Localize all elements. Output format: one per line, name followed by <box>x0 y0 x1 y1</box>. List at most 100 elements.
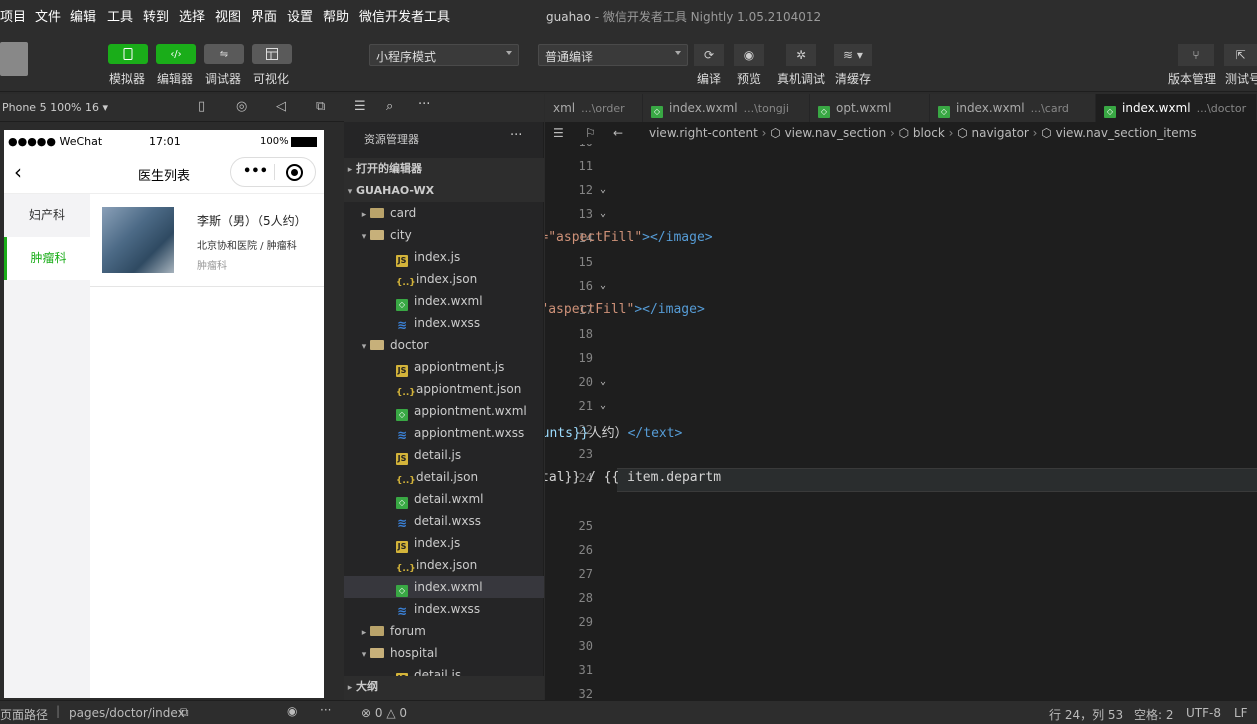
search-icon[interactable]: ⌕ <box>386 99 393 114</box>
avatar[interactable] <box>0 42 28 76</box>
menu-select[interactable]: 选择 <box>179 6 205 25</box>
tab-item[interactable]: ◇ index.wxml ...\card <box>930 94 1096 122</box>
test-account-button[interactable]: ⇱ <box>1224 44 1257 66</box>
menu-goto[interactable]: 转到 <box>143 6 169 25</box>
category-item[interactable]: 妇产科 <box>4 194 90 237</box>
compile-button[interactable]: ⟳ <box>694 44 724 66</box>
phone-icon[interactable]: ▯ <box>198 99 205 114</box>
line-ending[interactable]: LF <box>1234 706 1248 720</box>
breadcrumb-item[interactable]: view.right-content <box>649 126 758 140</box>
tree-file[interactable]: ≋ index.wxss <box>344 312 544 334</box>
version-button[interactable]: ⑂ <box>1178 44 1214 66</box>
copy-icon[interactable]: ⧉ <box>180 705 189 720</box>
preview-button[interactable]: ◉ <box>734 44 764 66</box>
fold-chevron-icon[interactable]: ⌄ <box>600 280 606 291</box>
more-icon[interactable]: ··· <box>418 97 430 112</box>
tree-file[interactable]: ≋ index.wxss <box>344 598 544 620</box>
tree-file[interactable]: {..}appiontment.json <box>344 378 544 400</box>
fold-chevron-icon[interactable]: ⌄ <box>600 376 606 387</box>
tree-folder[interactable]: ▸ card <box>344 202 544 224</box>
tree-file[interactable]: JS appiontment.js <box>344 356 544 378</box>
tree-file[interactable]: ◇ index.wxml <box>344 576 544 598</box>
tree-file[interactable]: JS detail.js <box>344 444 544 466</box>
mode-select[interactable]: 小程序模式 <box>369 44 519 66</box>
tab-item[interactable]: ◇ opt.wxml <box>810 94 930 122</box>
visual-button[interactable] <box>252 44 292 64</box>
tree-folder[interactable]: ▾ city <box>344 224 544 246</box>
tree-folder[interactable]: ▸ forum <box>344 620 544 642</box>
eye-icon[interactable]: ◉ <box>287 704 297 718</box>
breadcrumb-item[interactable]: view.nav_section <box>785 126 887 140</box>
fold-chevron-icon[interactable]: ⌄ <box>600 208 606 219</box>
tree-file[interactable]: {..}index.json <box>344 554 544 576</box>
tree-item-label: card <box>390 206 417 220</box>
status-bar-bottom: 页面路径 | pages/doctor/index ⧉ ◉ ··· ⊗ 0 △ … <box>0 700 1257 724</box>
chevron-down-icon <box>506 51 512 55</box>
tree-file[interactable]: ◇ appiontment.wxml <box>344 400 544 422</box>
device-debug-button[interactable]: ✲ <box>786 44 816 66</box>
more-icon[interactable]: ••• <box>243 164 268 179</box>
page-path[interactable]: pages/doctor/index <box>69 706 185 720</box>
line-number: 27 <box>578 567 593 581</box>
volume-icon[interactable]: ◁ <box>276 99 286 114</box>
cursor-position[interactable]: 行 24，列 53 <box>1049 706 1123 723</box>
tab-path-hint: ...\doctor <box>1196 102 1247 115</box>
menu-settings[interactable]: 设置 <box>287 6 313 25</box>
stop-icon[interactable]: ◎ <box>236 99 247 114</box>
breadcrumb-item[interactable]: block <box>913 126 945 140</box>
tree-file[interactable]: ◇ index.wxml <box>344 290 544 312</box>
fold-chevron-icon[interactable]: ⌄ <box>600 400 606 411</box>
bookmark-icon[interactable]: ⚐ <box>585 122 596 144</box>
tab-item[interactable]: xml ...\order <box>545 94 643 122</box>
tree-file[interactable]: ≋ detail.wxss <box>344 510 544 532</box>
window-icon[interactable]: ⧉ <box>316 99 325 114</box>
category-item-active[interactable]: 肿瘤科 <box>4 237 90 280</box>
tree-file[interactable]: ◇ detail.wxml <box>344 488 544 510</box>
back-icon[interactable]: ‹ <box>14 160 22 184</box>
menu-interface[interactable]: 界面 <box>251 6 277 25</box>
tree-file[interactable]: ≋ appiontment.wxss <box>344 422 544 444</box>
clear-cache-button[interactable]: ≋ ▾ <box>834 44 872 66</box>
problems-indicator[interactable]: ⊗ 0 △ 0 <box>361 706 407 720</box>
device-select[interactable]: Phone 5 100% 16 ▾ <box>2 101 108 114</box>
editor-button[interactable]: ‹/› <box>156 44 196 64</box>
menu-project[interactable]: 项目 <box>0 6 26 25</box>
tree-file[interactable]: {..}index.json <box>344 268 544 290</box>
close-icon[interactable] <box>286 164 303 181</box>
list-icon[interactable]: ☰ <box>354 99 366 114</box>
menu-edit[interactable]: 编辑 <box>70 6 96 25</box>
fold-chevron-icon[interactable]: ⌄ <box>600 184 606 195</box>
compile-select[interactable]: 普通编译 <box>538 44 688 66</box>
project-section[interactable]: ▾ GUAHAO-WX <box>344 180 544 202</box>
explorer-more-icon[interactable]: ··· <box>510 128 522 143</box>
doctor-card[interactable]: 李斯（男）（5人约） 北京协和医院 / 肿瘤科 肿瘤科 <box>90 194 324 287</box>
menu-help[interactable]: 帮助 <box>323 6 349 25</box>
tree-folder[interactable]: ▾ hospital <box>344 642 544 664</box>
tab-item[interactable]: ◇ index.wxml ...\tongji <box>643 94 810 122</box>
menu-tools[interactable]: 工具 <box>107 6 133 25</box>
indentation[interactable]: 空格: 2 <box>1134 706 1174 723</box>
capsule-menu[interactable]: ••• <box>230 157 316 187</box>
simulator-screen: ●●●●● WeChat 17:01 100% ‹ 医生列表 ••• 妇产科 肿… <box>4 130 324 698</box>
debugger-button[interactable]: ⇋ <box>204 44 244 64</box>
code-area[interactable]: 1011121314151617181920212223242526272829… <box>545 144 1257 700</box>
tree-file[interactable]: JS index.js <box>344 532 544 554</box>
tree-file[interactable]: {..}detail.json <box>344 466 544 488</box>
list-icon[interactable]: ☰ <box>553 122 564 144</box>
menu-view[interactable]: 视图 <box>215 6 241 25</box>
encoding[interactable]: UTF-8 <box>1186 706 1221 720</box>
outline-section[interactable]: ▸ 大纲 <box>344 676 544 700</box>
tab-active[interactable]: ◇ index.wxml ...\doctor <box>1096 94 1257 122</box>
more-icon[interactable]: ··· <box>320 703 331 717</box>
menu-file[interactable]: 文件 <box>35 6 61 25</box>
tree-folder[interactable]: ▾ doctor <box>344 334 544 356</box>
open-editors-section[interactable]: ▸ 打开的编辑器 <box>344 158 544 180</box>
tree-file[interactable]: JS index.js <box>344 246 544 268</box>
tree-item-label: appiontment.js <box>414 360 505 374</box>
breadcrumb-item[interactable]: view.nav_section_items <box>1056 126 1197 140</box>
back-arrow-icon[interactable]: ← <box>613 122 623 144</box>
breadcrumb-item[interactable]: navigator <box>972 126 1029 140</box>
simulator-button[interactable] <box>108 44 148 64</box>
code-token: >{{ item.hospital}} / {{ item.departm <box>545 470 722 485</box>
menu-wechat-devtools[interactable]: 微信开发者工具 <box>359 6 450 25</box>
